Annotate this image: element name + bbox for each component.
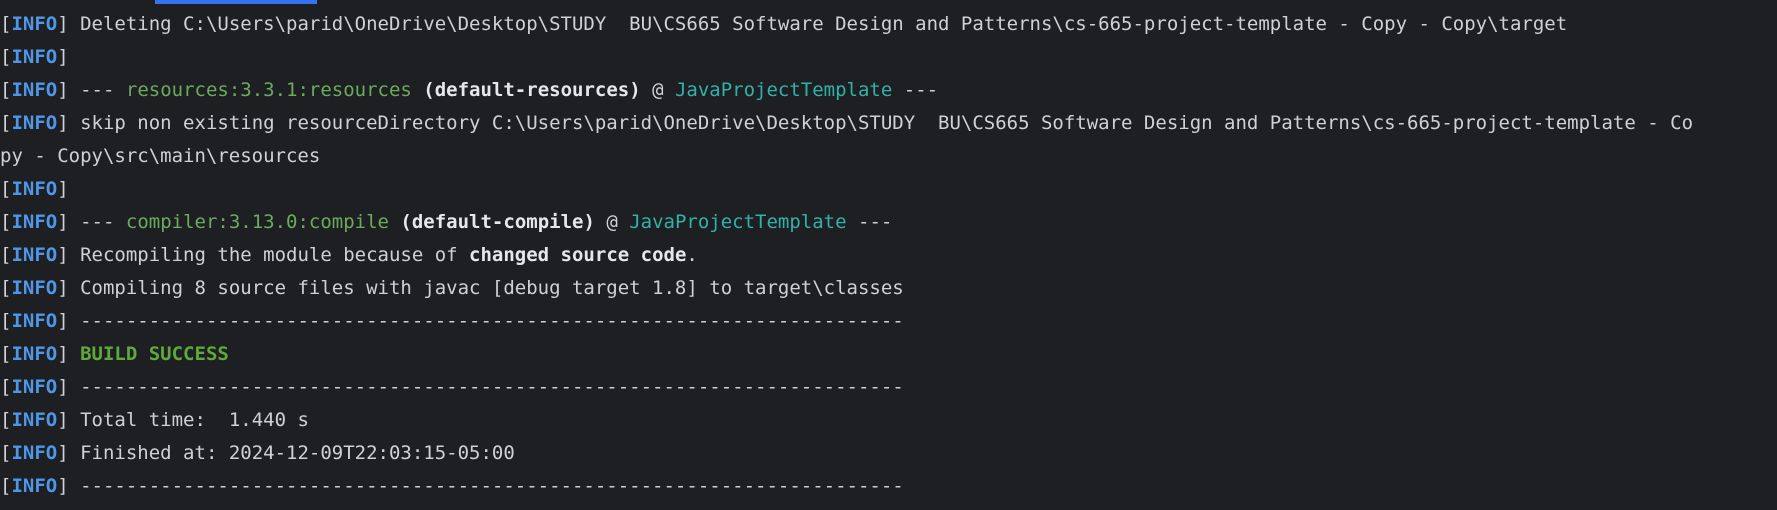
level-bracket-open: [	[0, 112, 12, 134]
level-bracket-close: ]	[57, 409, 69, 431]
level-bracket-open: [	[0, 475, 12, 497]
log-message: ----------------------------------------…	[68, 475, 904, 497]
log-level: INFO	[11, 178, 58, 200]
console-line: [INFO] Compiling 8 source files with jav…	[0, 272, 1777, 305]
console-line: [INFO] skip non existing resourceDirecto…	[0, 107, 1777, 140]
log-level: INFO	[11, 79, 58, 101]
log-message: Total time: 1.440 s	[68, 409, 309, 431]
log-level: INFO	[11, 13, 58, 35]
execution-id: (default-resources)	[411, 79, 641, 101]
console-line: [INFO] BUILD SUCCESS	[0, 338, 1777, 371]
level-bracket-close: ]	[57, 475, 69, 497]
level-bracket-close: ]	[57, 442, 69, 464]
project-name: JavaProjectTemplate	[674, 79, 893, 101]
log-message: Deleting C:\Users\parid\OneDrive\Desktop…	[68, 13, 1568, 35]
console-line: [INFO] ---------------------------------…	[0, 371, 1777, 404]
plugin-goal: resources:3.3.1:resources	[125, 79, 412, 101]
console-line: [INFO]	[0, 41, 1777, 74]
log-level: INFO	[11, 310, 58, 332]
level-bracket-close: ]	[57, 343, 69, 365]
console-line: [INFO] Recompiling the module because of…	[0, 239, 1777, 272]
separator: ---	[68, 79, 126, 101]
log-level: INFO	[11, 442, 58, 464]
log-level: INFO	[11, 343, 58, 365]
log-message: .	[686, 244, 698, 266]
level-bracket-close: ]	[57, 46, 69, 68]
console-output: [INFO] Deleting C:\Users\parid\OneDrive\…	[0, 8, 1777, 503]
separator: ---	[68, 211, 126, 233]
log-message: ----------------------------------------…	[68, 310, 904, 332]
level-bracket-close: ]	[57, 244, 69, 266]
scroll-indicator	[155, 0, 317, 4]
log-level: INFO	[11, 475, 58, 497]
level-bracket-open: [	[0, 310, 12, 332]
level-bracket-open: [	[0, 376, 12, 398]
at-sign: @	[640, 79, 675, 101]
log-level: INFO	[11, 211, 58, 233]
log-level: INFO	[11, 376, 58, 398]
level-bracket-close: ]	[57, 79, 69, 101]
execution-id: (default-compile)	[388, 211, 595, 233]
log-level: INFO	[11, 409, 58, 431]
console-line: [INFO] ---------------------------------…	[0, 305, 1777, 338]
console-line: [INFO] Total time: 1.440 s	[0, 404, 1777, 437]
wrapped-text: py - Copy\src\main\resources	[0, 145, 321, 167]
build-status: BUILD SUCCESS	[68, 343, 229, 365]
separator: ---	[892, 79, 939, 101]
log-message-bold: changed source code	[469, 244, 687, 266]
level-bracket-close: ]	[57, 13, 69, 35]
separator: ---	[846, 211, 893, 233]
log-level: INFO	[11, 244, 58, 266]
level-bracket-open: [	[0, 277, 12, 299]
level-bracket-open: [	[0, 79, 12, 101]
log-message: Recompiling the module because of	[68, 244, 470, 266]
log-message: Finished at: 2024-12-09T22:03:15-05:00	[68, 442, 515, 464]
plugin-goal: compiler:3.13.0:compile	[125, 211, 389, 233]
log-message: skip non existing resourceDirectory C:\U…	[68, 112, 1694, 134]
project-name: JavaProjectTemplate	[629, 211, 847, 233]
console-line: [INFO] --- compiler:3.13.0:compile (defa…	[0, 206, 1777, 239]
level-bracket-open: [	[0, 178, 12, 200]
level-bracket-close: ]	[57, 376, 69, 398]
level-bracket-close: ]	[57, 112, 69, 134]
console-line: [INFO]	[0, 173, 1777, 206]
level-bracket-close: ]	[57, 211, 69, 233]
log-message: Compiling 8 source files with javac [deb…	[68, 277, 904, 299]
level-bracket-open: [	[0, 13, 12, 35]
console-line: [INFO] ---------------------------------…	[0, 470, 1777, 503]
console-line: [INFO] Deleting C:\Users\parid\OneDrive\…	[0, 8, 1777, 41]
log-message: ----------------------------------------…	[68, 376, 904, 398]
level-bracket-open: [	[0, 409, 12, 431]
at-sign: @	[594, 211, 630, 233]
console-line: py - Copy\src\main\resources	[0, 140, 1777, 173]
level-bracket-close: ]	[57, 178, 69, 200]
level-bracket-open: [	[0, 46, 12, 68]
level-bracket-open: [	[0, 343, 12, 365]
level-bracket-open: [	[0, 244, 12, 266]
console-line: [INFO] Finished at: 2024-12-09T22:03:15-…	[0, 437, 1777, 470]
log-level: INFO	[11, 46, 58, 68]
level-bracket-open: [	[0, 442, 12, 464]
log-level: INFO	[11, 112, 58, 134]
console-line: [INFO] --- resources:3.3.1:resources (de…	[0, 74, 1777, 107]
level-bracket-open: [	[0, 211, 12, 233]
run-console[interactable]: [INFO] Deleting C:\Users\parid\OneDrive\…	[0, 0, 1777, 510]
level-bracket-close: ]	[57, 310, 69, 332]
log-level: INFO	[11, 277, 58, 299]
level-bracket-close: ]	[57, 277, 69, 299]
